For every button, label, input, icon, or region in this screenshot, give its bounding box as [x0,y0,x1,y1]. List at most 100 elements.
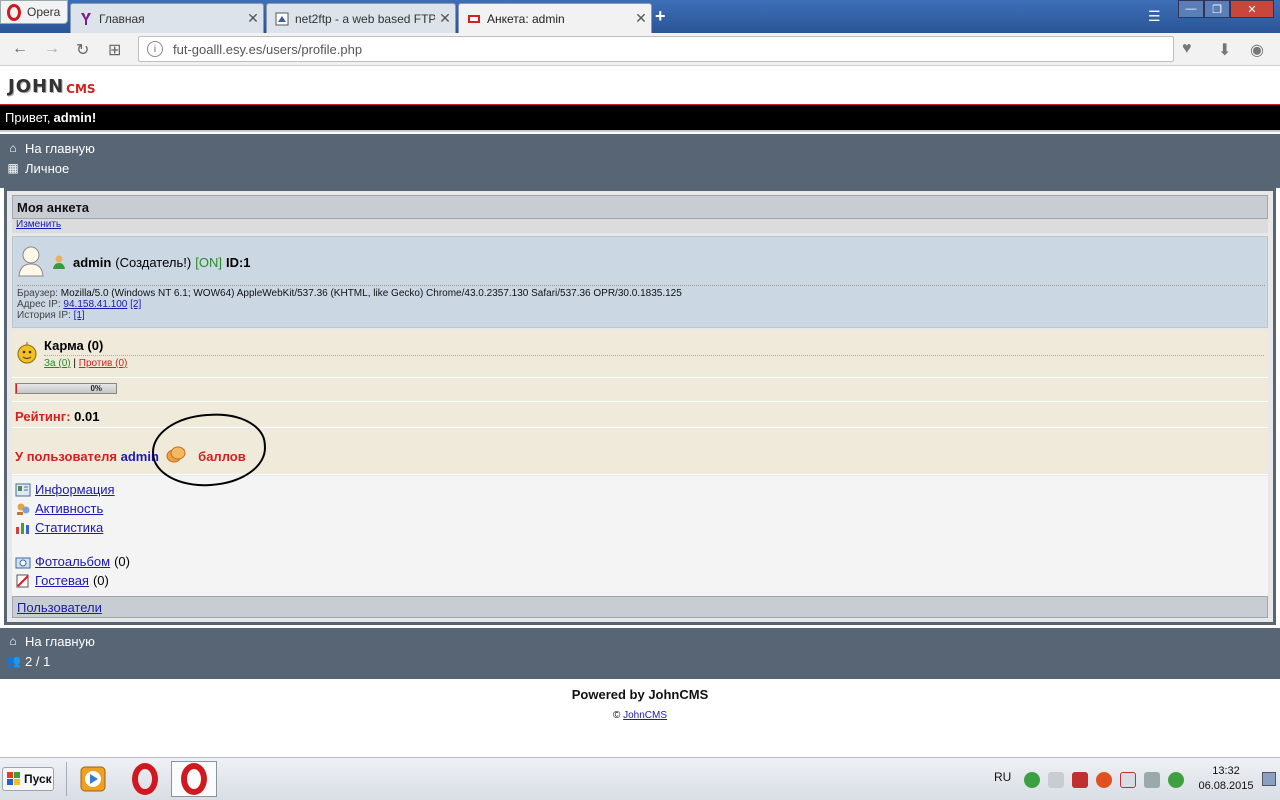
karma-title: Карма (0) [44,338,104,353]
karma-links: За (0) | Против (0) [44,358,128,369]
download-icon[interactable]: ⬇ [1218,40,1231,60]
home-icon: ⌂ [9,141,17,155]
copyright: © JohnCMS [612,710,668,721]
online-status: [ON] [195,254,222,270]
karma-against-link[interactable]: Против (0) [79,358,128,369]
new-tab-plus-icon[interactable]: + [655,6,666,27]
tab-close-icon[interactable]: ✕ [435,10,455,27]
bookmark-heart-icon[interactable]: ♥ [1182,40,1192,58]
ip-address-link[interactable]: 94.158.41.100 [63,299,127,310]
address-bar[interactable]: i fut-goalll.esy.es/users/profile.php [138,36,1174,62]
points-suffix: баллов [198,449,246,464]
profile-role: (Создатель!) [115,254,192,270]
tray-antivirus-icon[interactable] [1096,771,1112,788]
opera-active-taskbar-button[interactable] [171,761,217,797]
speed-dial-menu-icon[interactable]: ☰ [1148,8,1161,25]
avatar-placeholder-icon [18,246,44,277]
rating-text: Рейтинг: 0.01 [15,409,100,424]
close-window-icon[interactable]: ✕ [1230,0,1274,18]
menu-item-photo-album[interactable]: Фотоальбом (0) [15,554,130,569]
bar-chart-icon [16,522,29,534]
progress-row: 0% [12,379,1268,402]
johncms-link[interactable]: JohnCMS [623,710,667,721]
profile-menu: Информация Активность Статистика Фотоаль… [12,476,1268,596]
signal-icon[interactable] [1144,771,1160,788]
tab-title: Главная [99,11,145,26]
points-row: У пользователя admin баллов [12,429,1268,475]
profile-header: Моя анкета [12,195,1268,219]
tab-close-icon[interactable]: ✕ [631,10,651,27]
users-link[interactable]: Пользователи [17,600,102,615]
username-row: admin (Создатель!) [ON] ID:1 [51,254,251,270]
opera-logo-icon [132,763,158,795]
taskbar-divider [66,762,67,796]
menu-item-info[interactable]: Информация [15,482,115,497]
minimize-window-icon[interactable]: — [1178,0,1204,18]
system-clock[interactable]: 13:32 06.08.2015 [1196,764,1256,794]
volume-icon[interactable] [1048,771,1064,788]
forward-arrow-icon[interactable]: → [44,40,60,58]
tray-sync-icon[interactable] [1168,771,1184,788]
edit-profile-link[interactable]: Изменить [16,219,61,230]
opera-taskbar-button[interactable] [122,761,168,797]
nav-home-link[interactable]: ⌂ На главную [0,138,1280,158]
language-indicator[interactable]: RU [994,770,1011,784]
page-info-icon[interactable]: i [147,41,163,57]
network-error-icon[interactable] [1120,771,1136,788]
user-online-icon [53,255,65,269]
media-player-taskbar-button[interactable] [70,761,116,797]
user-tech-info: Браузер: Mozilla/5.0 (Windows NT 6.1; WO… [17,285,1265,321]
grid-icon: ▦ [7,161,19,175]
ftp-favicon-icon [275,12,289,25]
progress-label: 0% [90,384,102,393]
start-button[interactable]: Пуск [2,767,54,791]
activity-icon [17,503,30,515]
tab-close-icon[interactable]: ✕ [243,10,263,27]
greeting-bar: Привет, admin! [0,105,1280,132]
tab-profile[interactable]: Анкета: admin ✕ [458,3,652,33]
progress-fill [16,384,17,393]
guestbook-icon [16,574,29,587]
reload-icon[interactable]: ↻ [76,40,89,60]
maximize-window-icon[interactable]: ❐ [1204,0,1230,18]
powered-by: Powered by JohnCMS [571,687,709,702]
opera-logo-icon [181,763,207,795]
top-navigation: ⌂ На главную ▦ Личное [0,134,1280,188]
tray-app-icon[interactable] [1024,771,1040,788]
rating-value: 0.01 [74,409,100,424]
profile-id: ID:1 [225,254,251,270]
dotted-divider [17,285,1265,286]
tab-title: Анкета: admin [487,11,565,26]
online-counter[interactable]: 👥 2 / 1 [0,651,1280,671]
account-icon[interactable]: ◉ [1250,40,1264,60]
coins-icon [166,446,186,463]
rating-row: Рейтинг: 0.01 [12,403,1268,428]
karma-for-link[interactable]: За (0) [44,358,71,369]
tab-title: net2ftp - a web based FTP [295,11,435,26]
tab-net2ftp[interactable]: net2ftp - a web based FTP ✕ [266,3,456,33]
show-desktop-icon[interactable] [1262,772,1276,786]
bottom-home-link[interactable]: ⌂ На главную [0,631,1280,651]
ip-count-link[interactable]: [2] [130,299,141,310]
karma-block: Карма (0) За (0) | Против (0) [12,330,1268,378]
back-arrow-icon[interactable]: ← [12,40,28,58]
menu-item-guestbook[interactable]: Гостевая (0) [15,573,109,588]
profile-card: Моя анкета Изменить admin (Создатель!) [… [4,188,1276,625]
camera-icon [15,557,31,568]
menu-item-stats[interactable]: Статистика [15,520,103,535]
dotted-divider [44,355,1264,356]
johncms-logo[interactable]: JOHN CMS [8,76,96,97]
media-player-icon [80,766,106,792]
home-icon: ⌂ [9,634,17,648]
tray-printer-icon[interactable] [1072,771,1088,788]
profile-username: admin [73,254,112,270]
tab-home[interactable]: Главная ✕ [70,3,264,33]
opera-menu-label: Opera [27,5,61,19]
opera-menu-button[interactable]: Opera [0,0,68,24]
speed-dial-grid-icon[interactable]: ⊞ [108,40,121,60]
address-url: fut-goalll.esy.es/users/profile.php [173,41,363,57]
users-icon: 👥 [6,654,21,668]
ip-history-link[interactable]: [1] [74,310,85,321]
nav-personal-link[interactable]: ▦ Личное [0,158,1280,178]
menu-item-activity[interactable]: Активность [15,501,103,516]
